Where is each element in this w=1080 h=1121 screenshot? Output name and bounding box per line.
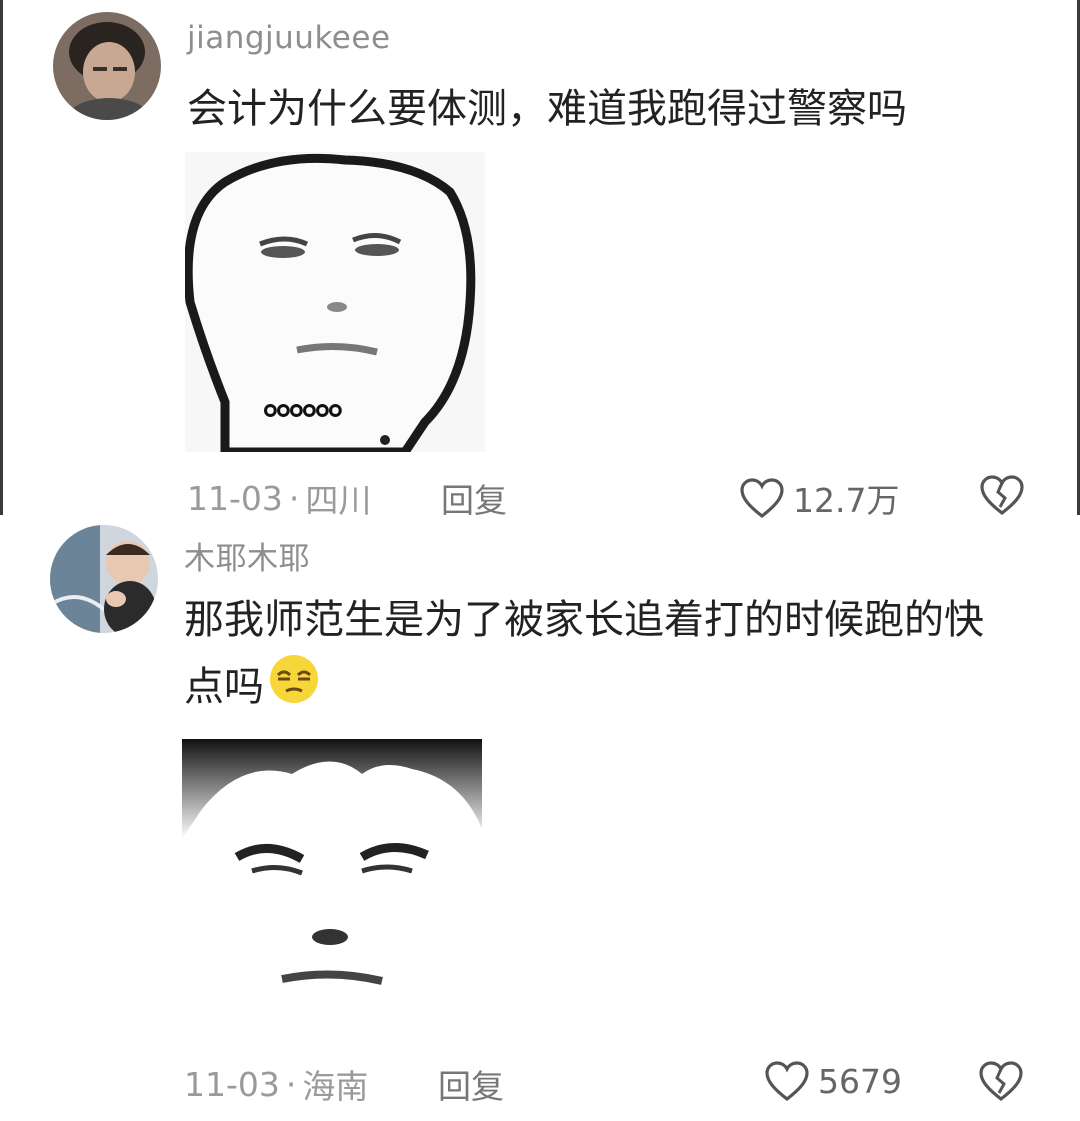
- reply-button[interactable]: 回复: [438, 1060, 504, 1108]
- comment-text: 会计为什么要体测，难道我跑得过警察吗: [187, 86, 907, 132]
- like-count: 5679: [818, 1061, 902, 1101]
- avatar-photo-icon: [53, 12, 161, 120]
- meme-image[interactable]: 。。。。。。: [185, 152, 485, 452]
- comment-meta: 11-03 · 海南: [184, 1060, 368, 1108]
- like-button[interactable]: 5679: [764, 1060, 902, 1102]
- comment-text: 那我师范生是为了被家长追着打的时候跑的快点吗: [184, 587, 1004, 725]
- dislike-button[interactable]: [979, 474, 1025, 520]
- username[interactable]: 木耶木耶: [184, 533, 310, 578]
- squinting-face-emoji-icon: [268, 653, 320, 725]
- comment-date: 11-03: [184, 1064, 280, 1104]
- comment-item: jiangjuukeee 会计为什么要体测，难道我跑得过警察吗 。。。。。。 1…: [0, 0, 1080, 520]
- comment-date: 11-03: [187, 478, 283, 518]
- meme-image[interactable]: [182, 739, 482, 1039]
- broken-heart-icon: [980, 475, 1024, 516]
- avatar[interactable]: [50, 525, 158, 633]
- dislike-button[interactable]: [978, 1060, 1024, 1106]
- meme-caption: 。。。。。。: [263, 379, 366, 423]
- comment-item: 木耶木耶 那我师范生是为了被家长追着打的时候跑的快点吗 11-03 · 海南 回…: [0, 515, 1080, 1121]
- avatar[interactable]: [53, 12, 161, 120]
- meta-separator: ·: [288, 478, 300, 518]
- broken-heart-icon: [979, 1061, 1023, 1102]
- heart-outline-icon: [765, 1061, 809, 1102]
- username[interactable]: jiangjuukeee: [187, 20, 391, 56]
- heart-outline-icon: [740, 478, 784, 519]
- meta-separator: ·: [285, 1064, 297, 1104]
- comment-location: 海南: [302, 1067, 369, 1106]
- face-meme-icon: [182, 739, 482, 1039]
- avatar-photo-icon: [50, 525, 158, 633]
